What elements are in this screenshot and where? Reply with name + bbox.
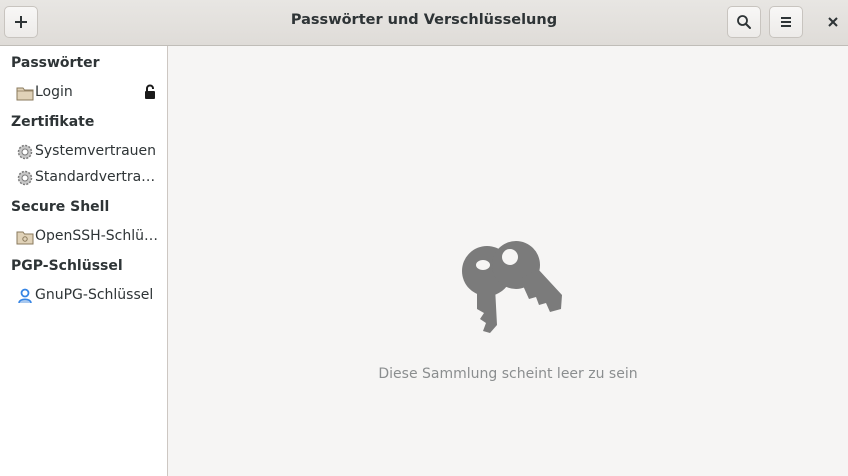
section-heading-passwords: Passwörter: [11, 55, 100, 71]
header-bar: Passwörter und Verschlüsselung: [0, 0, 848, 46]
close-button[interactable]: [820, 8, 846, 36]
hamburger-menu-icon: [781, 17, 791, 27]
empty-collection-message: Diese Sammlung scheint leer zu sein: [378, 366, 638, 382]
section-heading-certificates: Zertifikate: [11, 114, 95, 130]
gear-icon: [17, 144, 33, 160]
sidebar-item-default-trust[interactable]: Standardvertrauen: [0, 165, 167, 191]
sidebar-item-label: OpenSSH-Schlüssel: [35, 228, 163, 244]
user-key-icon: [18, 288, 32, 304]
search-icon: [737, 15, 751, 29]
window-title: Passwörter und Verschlüsselung: [290, 12, 558, 28]
folder-icon: [16, 87, 34, 101]
sidebar: Passwörter Login Zertifikate Systemvertr…: [0, 46, 168, 476]
close-icon: [828, 17, 838, 27]
section-heading-pgp: PGP-Schlüssel: [11, 258, 123, 274]
sidebar-item-label: Standardvertrauen: [35, 169, 163, 185]
sidebar-item-label: GnuPG-Schlüssel: [35, 287, 154, 303]
sidebar-item-login[interactable]: Login: [0, 80, 167, 106]
keys-icon: [462, 241, 562, 333]
sidebar-item-openssh[interactable]: OpenSSH-Schlüssel: [0, 224, 167, 250]
section-heading-secure-shell: Secure Shell: [11, 199, 110, 215]
key-folder-icon: [16, 231, 34, 245]
sidebar-item-system-trust[interactable]: Systemvertrauen: [0, 139, 167, 165]
sidebar-item-label: Systemvertrauen: [35, 143, 157, 159]
lock-icon[interactable]: [143, 84, 157, 100]
gear-icon: [17, 170, 33, 186]
main-content: Diese Sammlung scheint leer zu sein: [168, 46, 848, 476]
menu-button[interactable]: [769, 6, 803, 38]
sidebar-item-gnupg[interactable]: GnuPG-Schlüssel: [0, 283, 167, 309]
search-button[interactable]: [727, 6, 761, 38]
